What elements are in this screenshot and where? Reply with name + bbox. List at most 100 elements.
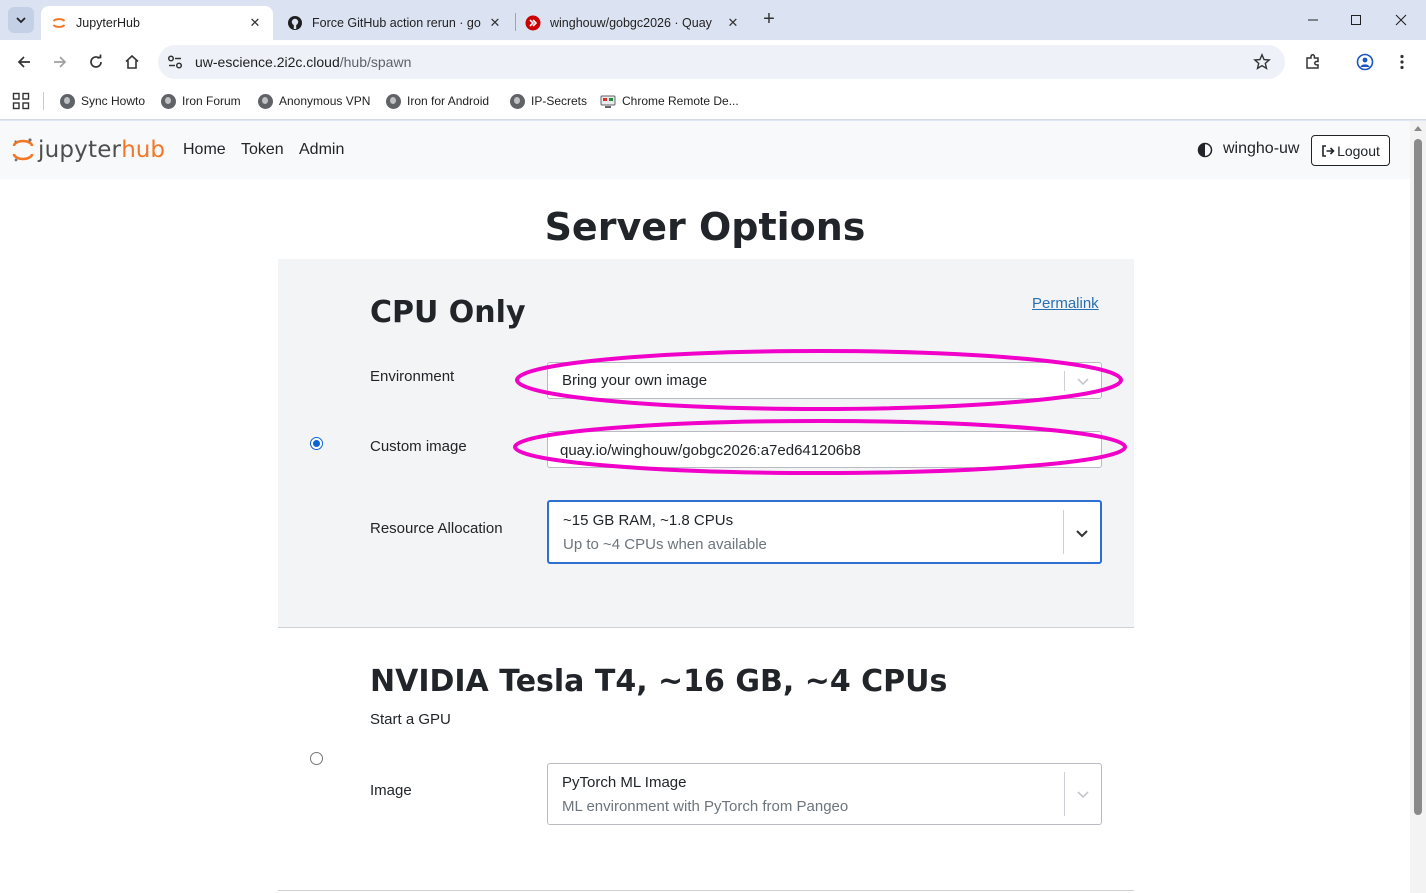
profile-option-nvidia-t4[interactable]: NVIDIA Tesla T4, ~16 GB, ~4 CPUs Start a… <box>278 628 1134 891</box>
environment-select[interactable]: Bring your own image <box>547 362 1102 399</box>
jupyterhub-logo[interactable]: jupyter hub <box>12 135 165 165</box>
close-window-button[interactable] <box>1389 8 1413 32</box>
profile-title: CPU Only <box>370 295 526 330</box>
globe-icon <box>60 93 75 109</box>
bookmark-label: Anonymous VPN <box>279 94 371 108</box>
github-favicon-icon <box>288 16 302 30</box>
maximize-button[interactable] <box>1344 8 1368 32</box>
username: wingho-uw <box>1223 140 1300 157</box>
environment-value: Bring your own image <box>562 372 708 389</box>
theme-toggle-icon[interactable] <box>1197 142 1213 158</box>
image-label: Image <box>370 782 412 799</box>
chevron-down-icon <box>16 17 26 24</box>
profile-description: Start a GPU <box>370 711 451 728</box>
bookmark-label: Chrome Remote De... <box>622 94 739 108</box>
apps-grid-icon[interactable] <box>12 92 30 110</box>
chevron-down-icon <box>1077 791 1089 799</box>
bookmark-label: IP-Secrets <box>531 94 588 108</box>
bookmark-label: Sync Howto <box>81 94 146 108</box>
nav-link-home[interactable]: Home <box>183 141 226 159</box>
back-button[interactable] <box>12 50 36 74</box>
site-settings-icon[interactable] <box>166 53 184 71</box>
scroll-up-arrow-icon[interactable] <box>1414 126 1422 131</box>
nav-link-token[interactable]: Token <box>241 141 284 159</box>
bookmark-iron-forum[interactable]: Iron Forum <box>161 90 241 112</box>
nav-link-admin[interactable]: Admin <box>299 141 344 159</box>
tab-jupyterhub[interactable]: JupyterHub ✕ <box>41 6 273 40</box>
profile-radio-cpu-only[interactable] <box>310 437 323 450</box>
page-content: jupyter hub Home Token Admin wingho-uw Lo… <box>0 121 1410 893</box>
url-text: uw-escience.2i2c.cloud/hub/spawn <box>195 54 411 70</box>
account-circle-icon <box>1356 53 1374 71</box>
browser-window: JupyterHub ✕ Force GitHub action rerun ·… <box>0 0 1426 893</box>
tab-github[interactable]: Force GitHub action rerun · go- ✕ <box>277 6 513 40</box>
bookmark-chrome-remote-desktop[interactable]: Chrome Remote De... <box>600 90 739 112</box>
image-value: PyTorch ML Image <box>562 774 687 791</box>
scrollbar-thumb[interactable] <box>1414 139 1422 815</box>
remote-desktop-icon <box>600 95 616 108</box>
close-icon[interactable]: ✕ <box>247 15 263 31</box>
home-icon <box>125 54 139 69</box>
address-bar[interactable]: uw-escience.2i2c.cloud/hub/spawn <box>158 45 1285 79</box>
bookmark-label: Iron for Android <box>407 94 490 108</box>
custom-image-value: quay.io/winghouw/gobgc2026:a7ed641206b8 <box>560 442 861 459</box>
brand-text-hub: hub <box>121 137 165 163</box>
browser-menu-button[interactable] <box>1390 50 1414 74</box>
resource-allocation-select[interactable]: ~15 GB RAM, ~1.8 CPUs Up to ~4 CPUs when… <box>547 500 1102 564</box>
jupyter-logo-icon <box>12 138 34 162</box>
url-host: uw-escience.2i2c.cloud <box>195 54 340 70</box>
logout-button[interactable]: Logout <box>1311 135 1390 166</box>
tab-strip: JupyterHub ✕ Force GitHub action rerun ·… <box>0 0 1426 40</box>
page-scrollbar[interactable] <box>1410 121 1426 893</box>
resource-allocation-label: Resource Allocation <box>370 520 503 537</box>
permalink-link[interactable]: Permalink <box>1032 295 1099 312</box>
custom-image-label: Custom image <box>370 438 467 455</box>
sign-out-icon <box>1322 144 1335 157</box>
tab-search-button[interactable] <box>8 7 34 33</box>
back-arrow-icon <box>17 56 30 68</box>
tab-quay[interactable]: winghouw/gobgc2026 · Quay ✕ <box>515 6 751 40</box>
minimize-button[interactable] <box>1301 8 1325 32</box>
tab-title: winghouw/gobgc2026 · Quay <box>550 16 712 30</box>
extensions-button[interactable] <box>1301 50 1325 74</box>
close-icon[interactable]: ✕ <box>487 15 503 31</box>
home-button[interactable] <box>120 50 144 74</box>
puzzle-piece-icon <box>1306 54 1319 69</box>
image-subtext: ML environment with PyTorch from Pangeo <box>562 798 849 815</box>
select-separator <box>1063 510 1064 554</box>
profile-title: NVIDIA Tesla T4, ~16 GB, ~4 CPUs <box>370 664 948 699</box>
maximize-icon <box>1351 15 1361 25</box>
minimize-icon <box>1308 19 1318 21</box>
chevron-down-icon <box>1077 378 1089 386</box>
page-title: Server Options <box>544 205 866 249</box>
bookmark-iron-for-android[interactable]: Iron for Android <box>386 90 489 112</box>
custom-image-input[interactable]: quay.io/winghouw/gobgc2026:a7ed641206b8 <box>547 431 1102 468</box>
logout-label: Logout <box>1337 142 1380 159</box>
bookmark-star-icon[interactable] <box>1253 53 1271 71</box>
environment-label: Environment <box>370 368 455 385</box>
profile-option-cpu-only[interactable]: CPU Only Permalink Environment Bring you… <box>278 259 1134 628</box>
image-select[interactable]: PyTorch ML Image ML environment with PyT… <box>547 763 1102 825</box>
reload-icon <box>90 54 102 68</box>
globe-icon <box>161 93 176 109</box>
jupyter-favicon-icon <box>52 18 66 28</box>
tab-title: Force GitHub action rerun · go- <box>312 16 481 30</box>
forward-arrow-icon <box>54 56 67 68</box>
forward-button[interactable] <box>48 50 72 74</box>
globe-icon <box>386 93 401 109</box>
globe-icon <box>510 93 525 109</box>
chevron-down-icon <box>1076 530 1088 538</box>
quay-favicon-icon <box>525 15 541 31</box>
profile-radio-nvidia-t4[interactable] <box>310 752 323 765</box>
resource-allocation-subtext: Up to ~4 CPUs when available <box>563 536 767 553</box>
bookmark-ip-secrets[interactable]: IP-Secrets <box>510 90 587 112</box>
select-separator <box>1064 371 1065 391</box>
close-icon[interactable]: ✕ <box>725 15 741 31</box>
bookmark-anonymous-vpn[interactable]: Anonymous VPN <box>258 90 370 112</box>
new-tab-button[interactable]: + <box>759 9 779 30</box>
profile-button[interactable] <box>1353 50 1377 74</box>
bookmark-sync-howto[interactable]: Sync Howto <box>60 90 145 112</box>
bookmark-label: Iron Forum <box>182 94 241 108</box>
globe-icon <box>258 93 273 109</box>
reload-button[interactable] <box>84 50 108 74</box>
